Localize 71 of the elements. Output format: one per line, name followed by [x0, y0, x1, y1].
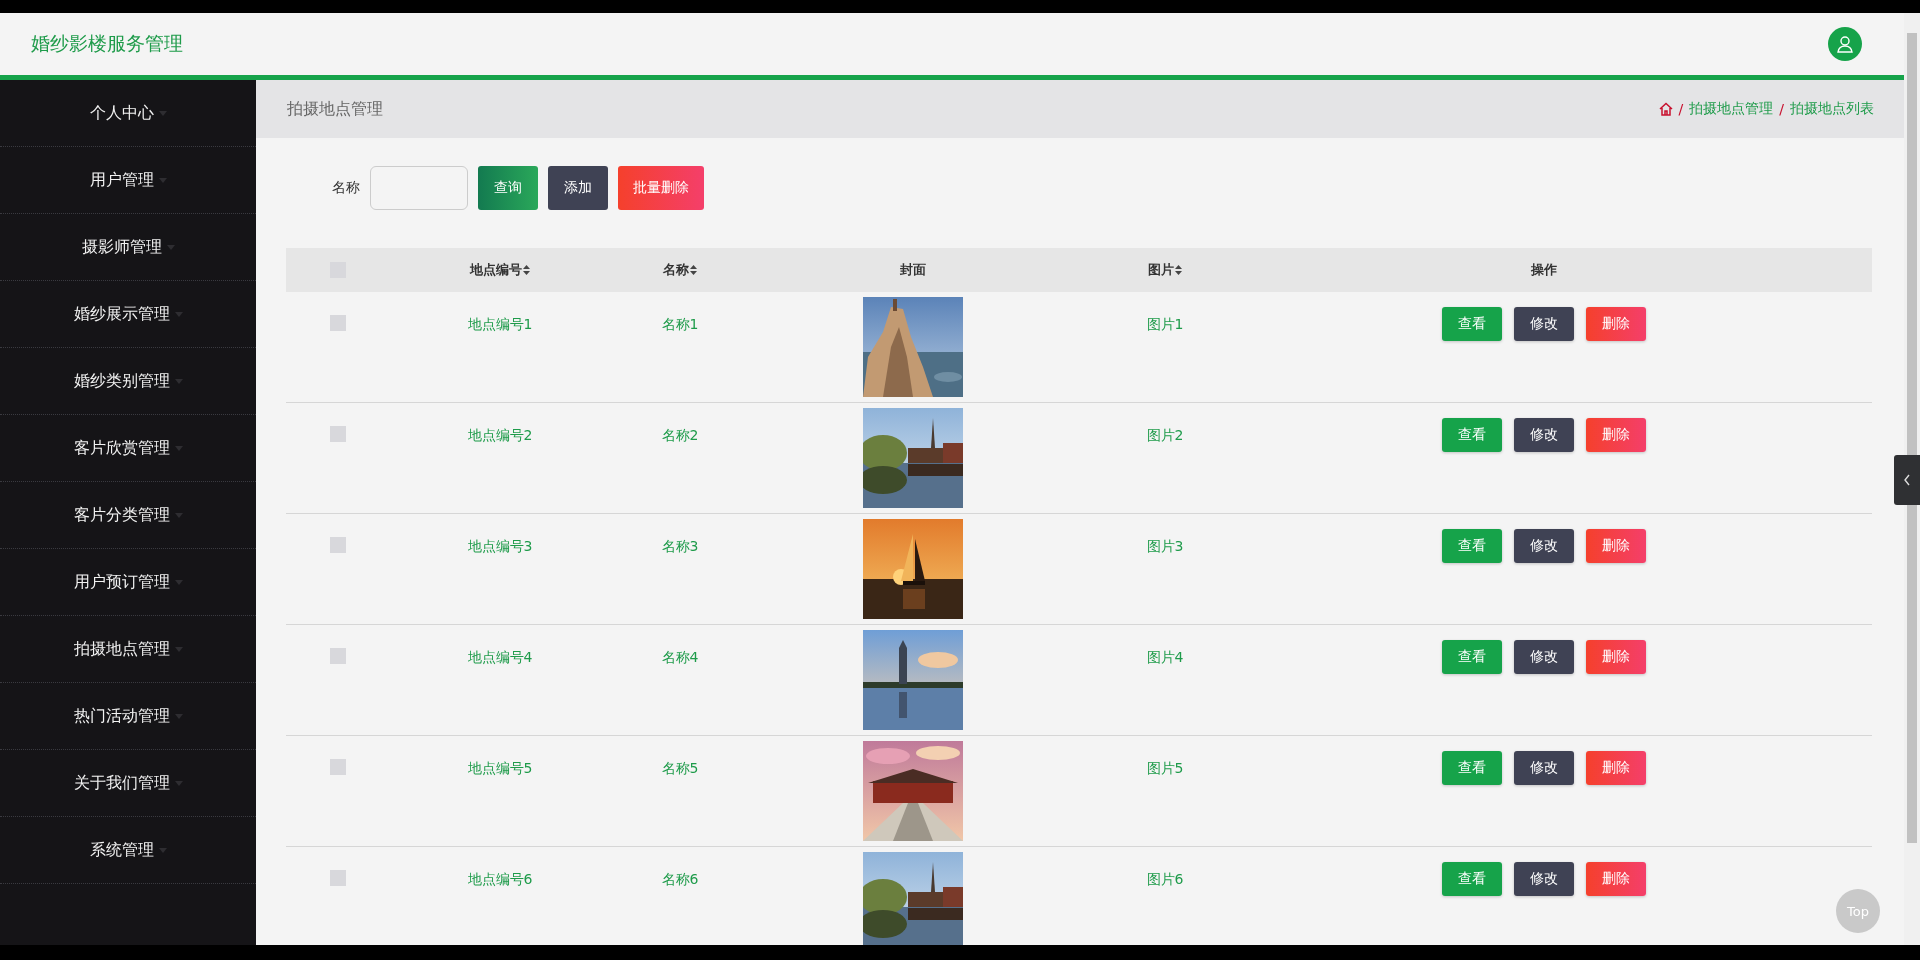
user-avatar-button[interactable]: [1828, 27, 1862, 61]
caret-icon: [158, 177, 167, 183]
home-icon[interactable]: [1658, 102, 1673, 116]
column-header[interactable]: 封面: [899, 261, 926, 279]
side-panel-toggle[interactable]: [1894, 455, 1920, 505]
table-cell: 地点编号3: [467, 538, 533, 556]
table-cell: 名称2: [661, 427, 699, 445]
caret-icon: [174, 512, 183, 518]
column-header[interactable]: 名称: [663, 261, 697, 279]
user-icon: [1836, 35, 1854, 53]
table-cell: 地点编号1: [467, 316, 533, 334]
breadcrumb-separator: /: [1779, 101, 1784, 117]
page-title: 拍摄地点管理: [287, 98, 383, 120]
caret-icon: [174, 579, 183, 585]
caret-icon: [174, 646, 183, 652]
table-cell: 图片5: [1146, 760, 1184, 778]
caret-icon: [158, 110, 167, 116]
caret-icon: [174, 445, 183, 451]
delete-button[interactable]: 删除: [1585, 529, 1646, 563]
edit-button[interactable]: 修改: [1513, 640, 1574, 674]
delete-button[interactable]: 删除: [1585, 418, 1646, 452]
caret-icon: [174, 713, 183, 719]
checkbox[interactable]: [330, 315, 346, 331]
checkbox[interactable]: [330, 870, 346, 886]
field-label: 名称: [332, 179, 360, 197]
table-cell: 名称5: [661, 760, 699, 778]
table-cell: 地点编号2: [467, 427, 533, 445]
delete-button[interactable]: 批量删除: [618, 166, 704, 210]
checkbox[interactable]: [330, 537, 346, 553]
sort-icon: [523, 265, 530, 275]
table-cell: 名称1: [661, 316, 699, 334]
sort-icon: [1175, 265, 1182, 275]
column-header[interactable]: 地点编号: [470, 261, 530, 279]
delete-button[interactable]: 删除: [1585, 307, 1646, 341]
table-cell: 地点编号5: [467, 760, 533, 778]
sort-icon: [690, 265, 697, 275]
caret-icon: [174, 311, 183, 317]
edit-button[interactable]: 修改: [1513, 529, 1574, 563]
column-header[interactable]: 图片: [1148, 261, 1182, 279]
table-cell: 图片6: [1146, 871, 1184, 889]
column-header[interactable]: 操作: [1530, 261, 1557, 279]
chevron-left-icon: [1903, 474, 1911, 486]
delete-button[interactable]: 删除: [1585, 640, 1646, 674]
caret-icon: [174, 378, 183, 384]
checkbox[interactable]: [330, 648, 346, 664]
edit-button[interactable]: 修改: [1513, 307, 1574, 341]
edit-button[interactable]: 修改: [1513, 751, 1574, 785]
breadcrumb-separator: /: [1678, 101, 1684, 117]
table-cell: 名称4: [661, 649, 699, 667]
delete-button[interactable]: 删除: [1585, 862, 1646, 896]
name-input-field[interactable]: [370, 166, 468, 210]
add-button[interactable]: 添加: [548, 166, 608, 210]
app-title: 婚纱影楼服务管理: [31, 31, 183, 56]
checkbox[interactable]: [330, 426, 346, 442]
edit-button[interactable]: 修改: [1513, 418, 1574, 452]
delete-button[interactable]: 删除: [1585, 751, 1646, 785]
table-cell: 图片4: [1146, 649, 1184, 667]
table-cell: 名称3: [661, 538, 699, 556]
caret-icon: [166, 244, 175, 250]
table-cell: 地点编号4: [467, 649, 533, 667]
checkbox[interactable]: [330, 759, 346, 775]
edit-button[interactable]: 修改: [1513, 862, 1574, 896]
scrollbar[interactable]: [1904, 13, 1920, 945]
table-cell: 图片1: [1146, 316, 1184, 334]
table-cell: 地点编号6: [467, 871, 533, 889]
search-button[interactable]: 查询: [478, 166, 538, 210]
table-cell: 名称6: [661, 871, 699, 889]
table-cell: 图片3: [1146, 538, 1184, 556]
table-cell: 图片2: [1146, 427, 1184, 445]
caret-icon: [158, 847, 167, 853]
caret-icon: [174, 780, 183, 786]
